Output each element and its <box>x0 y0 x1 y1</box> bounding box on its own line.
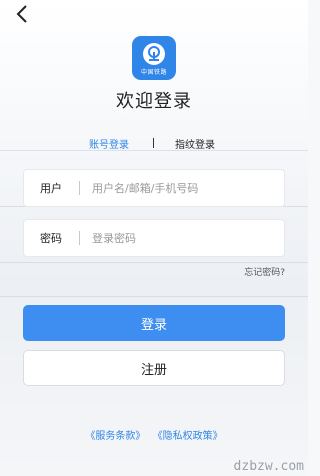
login-button[interactable]: 登录 <box>23 305 285 341</box>
app-logo: 中国铁路 <box>132 36 176 80</box>
privacy-link[interactable]: 《隐私权政策》 <box>153 427 223 442</box>
railway-emblem-icon <box>143 42 165 65</box>
back-button[interactable] <box>10 2 34 26</box>
password-field: 密码 <box>23 219 285 257</box>
tab-fingerprint-login[interactable]: 指纹登录 <box>175 136 215 151</box>
terms-link[interactable]: 《服务条款》 <box>85 427 145 442</box>
policy-links: 《服务条款》 《隐私权政策》 <box>0 427 308 442</box>
password-input[interactable] <box>80 220 284 256</box>
login-tabs: 账号登录 指纹登录 <box>0 136 308 152</box>
watermark: dzbzw.com <box>233 459 304 474</box>
chevron-left-icon <box>16 5 27 23</box>
tab-account-login[interactable]: 账号登录 <box>89 136 129 151</box>
register-button[interactable]: 注册 <box>23 350 285 386</box>
tab-divider <box>153 138 154 148</box>
page-title: 欢迎登录 <box>116 91 192 112</box>
logo-text: 中国铁路 <box>140 68 167 76</box>
forgot-password-link[interactable]: 忘记密码? <box>244 265 285 278</box>
username-label: 用户 <box>40 182 62 195</box>
username-field: 用户 <box>23 169 285 207</box>
username-input[interactable] <box>80 170 284 206</box>
password-label: 密码 <box>40 232 62 245</box>
